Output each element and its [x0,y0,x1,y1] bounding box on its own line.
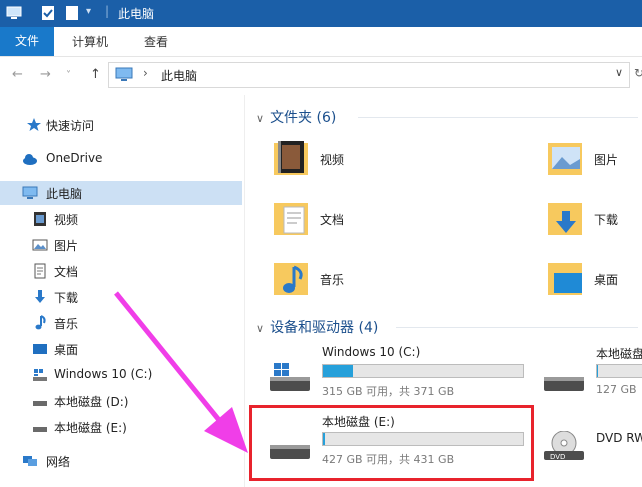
group-divider [358,117,638,118]
folder-label: 桌面 [594,273,619,287]
chevron-down-icon[interactable]: ∨ [256,112,264,125]
dvd-drive-icon: DVD [544,431,584,461]
folder-label: 下载 [594,213,619,227]
up-arrow-icon[interactable]: ↑ [90,67,101,82]
new-folder-icon[interactable] [64,5,80,21]
folder-label: 图片 [594,153,619,167]
drive-icon [544,377,584,391]
nav-label: 文档 [54,265,79,279]
music-icon [35,315,46,330]
drive-name: 本地磁盘 [596,347,642,361]
folders-group-header[interactable]: ∨ 文件夹 (6) [256,107,336,127]
svg-text:DVD: DVD [550,453,565,461]
nav-label: OneDrive [46,151,103,165]
address-bar[interactable]: › 此电脑 ∨ [108,62,630,88]
nav-item-pictures[interactable]: 图片 [0,233,242,257]
video-folder-icon [274,141,308,175]
folder-label: 音乐 [320,273,345,287]
folder-documents[interactable]: 文档 [272,197,452,245]
nav-label: 网络 [46,455,71,469]
windows-drive-icon [33,369,47,381]
document-folder-icon [274,203,308,235]
group-title: 文件夹 (6) [270,110,337,126]
nav-label: 下载 [54,291,79,305]
folder-downloads[interactable]: 下载 [546,197,642,245]
cloud-icon [23,154,37,165]
nav-label: 桌面 [54,343,79,357]
picture-folder-icon [548,143,582,175]
drive-info: 315 GB 可用，共 371 GB [322,385,455,398]
back-arrow-icon[interactable]: ← [12,67,23,82]
computer-icon [115,67,133,81]
window-title: 此电脑 [118,7,155,21]
nav-label: 此电脑 [46,187,83,201]
nav-quick-access[interactable]: 快速访问 [0,113,242,137]
drive-dvd[interactable]: DVD DVD RW [544,413,642,473]
capacity-fill [323,365,353,377]
drive-c[interactable]: Windows 10 (C:) 315 GB 可用，共 371 GB [270,345,530,405]
refresh-icon[interactable]: ↻ [634,66,642,80]
folder-music[interactable]: 音乐 [272,257,452,305]
capacity-fill [597,365,599,377]
tab-file[interactable]: 文件 [0,27,54,56]
network-icon [23,456,37,466]
picture-icon [32,239,48,251]
address-dropdown-icon[interactable]: ∨ [615,66,623,79]
forward-arrow-icon[interactable]: → [40,67,51,82]
drive-info: 127 GB [596,383,637,396]
capacity-bar [322,364,524,378]
breadcrumb-this-pc[interactable]: 此电脑 [161,67,197,84]
folder-desktop[interactable]: 桌面 [546,257,642,305]
video-icon [34,212,46,226]
desktop-folder-icon [548,263,582,295]
title-separator: | [105,4,110,18]
breadcrumb-separator: › [143,66,148,80]
quick-access-toolbar-dropdown[interactable]: ▾ [86,6,91,17]
capacity-bar [596,364,642,378]
ribbon: 文件 计算机 查看 [0,27,642,57]
nav-item-documents[interactable]: 文档 [0,259,242,283]
nav-label: 快速访问 [46,119,95,133]
document-icon [34,263,46,279]
computer-icon [22,186,38,199]
folder-pictures[interactable]: 图片 [546,137,642,185]
nav-label: 视频 [54,213,79,227]
highlight-box [249,405,534,481]
nav-label: 音乐 [54,317,79,331]
nav-this-pc[interactable]: 此电脑 [0,181,242,205]
computer-icon[interactable] [6,5,22,21]
folder-videos[interactable]: 视频 [272,137,452,185]
pointer-arrow [114,291,248,453]
group-title: 设备和驱动器 (4) [270,320,379,336]
devices-group-header[interactable]: ∨ 设备和驱动器 (4) [256,317,378,337]
nav-item-videos[interactable]: 视频 [0,207,242,231]
drive-icon [33,427,47,432]
properties-icon[interactable] [40,5,56,21]
tab-computer[interactable]: 计算机 [72,33,108,50]
drive-name: Windows 10 (C:) [322,345,421,359]
drive-icon [33,401,47,406]
drive-d[interactable]: 本地磁盘 127 GB [544,345,642,405]
windows-drive-icon [270,363,310,391]
tab-view[interactable]: 查看 [144,33,168,50]
folder-label: 视频 [320,153,345,167]
nav-label: 图片 [54,239,79,253]
title-bar: ▾ | 此电脑 [0,0,642,27]
drive-name: DVD RW [596,431,642,445]
recent-dropdown-icon[interactable]: ˅ [66,70,71,81]
download-folder-icon [548,203,582,235]
folder-label: 文档 [320,213,345,227]
star-icon [27,118,41,131]
desktop-icon [33,344,47,354]
music-folder-icon [274,263,308,295]
group-divider [396,327,638,328]
download-icon [35,290,45,303]
nav-onedrive[interactable]: OneDrive [0,147,242,171]
